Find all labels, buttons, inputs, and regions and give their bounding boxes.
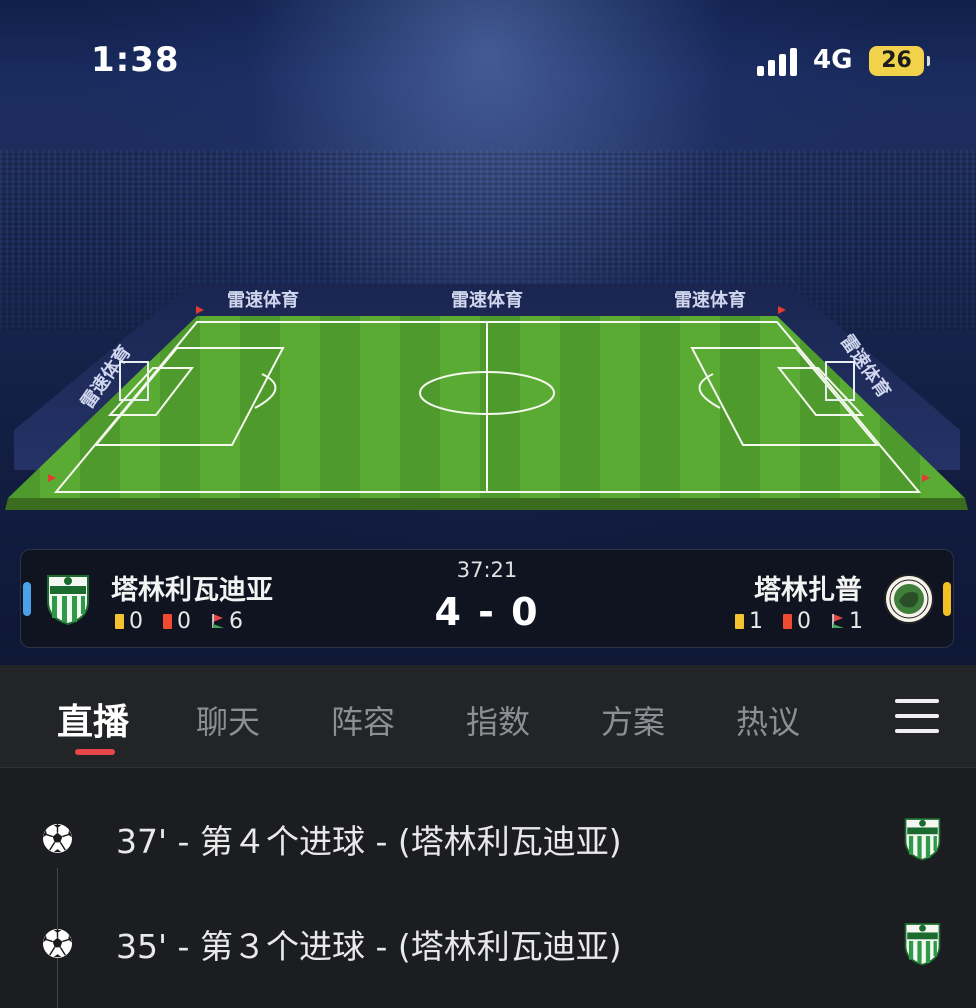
live-events-list: 37' - 第４个进球 - (塔林利瓦迪亚) 35' - 第３个进球 - (塔林… [0,768,976,1008]
zapoos-crest-icon[interactable] [883,573,935,625]
yellow-card-icon [735,613,744,629]
network-type: 4G [813,45,853,75]
away-stats: 1 0 1 [735,608,863,634]
away-yellow-count: 1 [749,608,763,634]
levadia-crest-icon [904,923,941,966]
soccer-ball-icon [42,823,73,854]
tab-plans[interactable]: 方案 [601,697,665,743]
signal-icon [757,46,801,76]
list-item[interactable]: 37' - 第４个进球 - (塔林利瓦迪亚) [0,798,976,878]
away-red-count: 0 [797,608,811,634]
red-card-icon [783,613,792,629]
tab-lineup[interactable]: 阵容 [331,697,395,743]
active-tab-indicator [75,749,115,755]
tab-live[interactable]: 直播 [57,693,129,745]
ad-board-text: 雷速体育 [227,289,299,311]
away-corner-count: 1 [849,608,863,634]
tab-discussion[interactable]: 热议 [736,697,800,743]
upper-stands [0,150,976,270]
tab-chat[interactable]: 聊天 [196,697,260,743]
scoreboard[interactable]: 塔林利瓦迪亚 0 0 6 37:21 4 - 0 塔林扎普 1 0 1 [20,549,954,648]
stadium-banner: 1:38 4G 26 雷速体育 雷速体育 雷速体育 雷速体育 雷速体育 塔林利瓦… [0,0,976,665]
away-team-name[interactable]: 塔林扎普 [754,568,862,607]
levadia-crest-icon [904,818,941,861]
battery-icon: 26 [869,46,930,76]
detail-tabs: 直播 聊天 阵容 指数 方案 热议 [0,665,976,768]
event-description: 37' - 第４个进球 - (塔林利瓦迪亚) [116,822,622,861]
status-bar: 1:38 4G 26 [0,0,976,100]
menu-icon[interactable] [895,699,939,733]
soccer-ball-icon [42,928,73,959]
ad-board-text: 雷速体育 [451,289,523,311]
status-time: 1:38 [91,40,180,80]
pitch-illustration: 雷速体育 雷速体育 雷速体育 雷速体育 雷速体育 [5,284,968,510]
list-item[interactable]: 35' - 第３个进球 - (塔林利瓦迪亚) [0,903,976,983]
event-description: 35' - 第３个进球 - (塔林利瓦迪亚) [116,927,622,966]
corner-flag-icon [832,614,844,628]
tab-odds[interactable]: 指数 [466,697,530,743]
ad-board-text: 雷速体育 [674,289,746,311]
